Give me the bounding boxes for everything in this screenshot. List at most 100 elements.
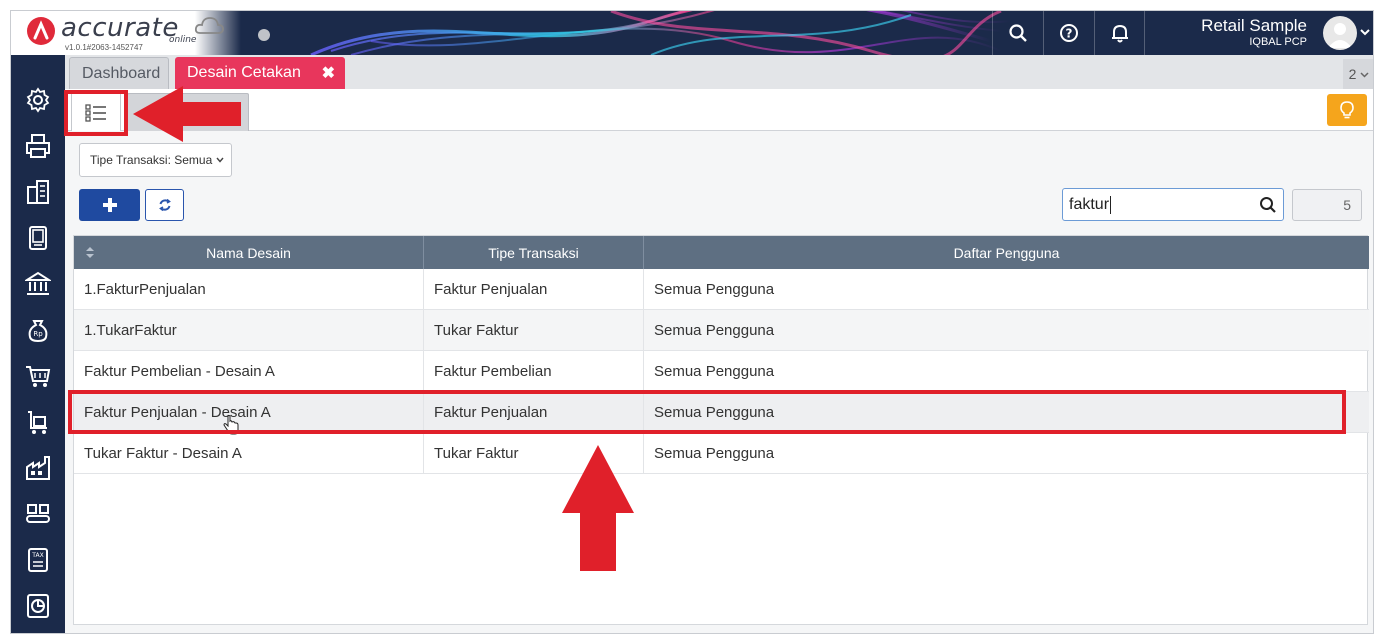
bank-icon [25, 271, 51, 295]
tips-button[interactable] [1327, 94, 1367, 126]
header-search-button[interactable] [992, 11, 1043, 55]
cell-nama-desain: Tukar Faktur - Desain A [74, 433, 424, 474]
refresh-button[interactable] [145, 189, 184, 221]
notifications-button[interactable] [1094, 11, 1145, 55]
factory-icon [26, 456, 50, 480]
warehouse-cart-icon [28, 411, 47, 434]
column-header-tipe-transaksi[interactable]: Tipe Transaksi [424, 236, 644, 269]
cell-nama-desain: 1.FakturPenjualan [74, 269, 424, 310]
chevron-down-icon[interactable] [1359, 26, 1371, 38]
sort-icon[interactable] [86, 247, 94, 258]
accurate-logo-icon [27, 17, 55, 45]
sidebar-item-bank[interactable] [11, 261, 65, 307]
tax-icon: TAX [28, 548, 48, 572]
brand-name: accurate [61, 13, 179, 43]
sidebar-item-tax[interactable]: TAX [11, 537, 65, 583]
table-row[interactable]: 1.TukarFaktur Tukar Faktur Semua Penggun… [74, 310, 1369, 351]
record-count: 5 [1292, 189, 1362, 221]
svg-text:?: ? [1066, 27, 1073, 41]
tab-desain-cetakan[interactable]: Desain Cetakan ✖ [175, 57, 345, 89]
bell-icon [1111, 24, 1128, 43]
column-header-daftar-pengguna[interactable]: Daftar Pengguna [644, 236, 1369, 269]
search-icon[interactable] [1259, 196, 1277, 214]
tab-active-label: Desain Cetakan [187, 64, 301, 81]
sidebar-item-settings[interactable] [11, 77, 65, 123]
status-dot [258, 29, 270, 41]
table-row[interactable]: Tukar Faktur - Desain A Tukar Faktur Sem… [74, 433, 1369, 474]
cloud-icon [194, 17, 224, 34]
tabs-count-value: 2 [1348, 66, 1357, 82]
company-name[interactable]: Retail Sample [1201, 16, 1307, 36]
cell-nama-desain: 1.TukarFaktur [74, 310, 424, 351]
form-view-tab[interactable] [127, 93, 249, 131]
sidebar-item-inventory[interactable] [11, 399, 65, 445]
refresh-icon [158, 198, 171, 212]
table-header: Nama Desain Tipe Transaksi Daftar Penggu… [74, 236, 1369, 269]
close-tab-icon[interactable]: ✖ [322, 63, 335, 83]
add-button[interactable] [79, 189, 140, 221]
table-row-highlighted[interactable]: Faktur Penjualan - Desain A Faktur Penju… [74, 392, 1369, 433]
cart-icon [26, 366, 51, 387]
printer-icon [26, 134, 50, 158]
cell-tipe-transaksi: Tukar Faktur [424, 433, 644, 474]
column-header-label: Tipe Transaksi [488, 244, 579, 261]
search-input[interactable]: faktur [1062, 188, 1284, 221]
cell-daftar-pengguna: Semua Pengguna [654, 445, 775, 462]
sidebar-item-ledger[interactable] [11, 215, 65, 261]
app-version: v1.0.1#2063-1452747 [65, 43, 143, 52]
list-view-tab[interactable] [71, 93, 121, 131]
transaction-type-filter[interactable]: Tipe Transaksi: Semua [79, 143, 232, 177]
user-name[interactable]: IQBAL PCP [1249, 36, 1307, 48]
cell-daftar-pengguna: Semua Pengguna [654, 281, 775, 298]
cell-nama-desain: Faktur Pembelian - Desain A [74, 351, 424, 392]
building-icon [27, 180, 49, 204]
cell-nama-desain: Faktur Penjualan - Desain A [74, 392, 424, 433]
avatar[interactable] [1323, 16, 1357, 50]
chevron-down-icon [216, 157, 224, 163]
cell-tipe-transaksi: Faktur Penjualan [424, 392, 644, 433]
brand-sub: online [169, 35, 197, 45]
svg-text:TAX: TAX [31, 552, 43, 559]
ledger-icon [29, 226, 47, 250]
column-header-nama-desain[interactable]: Nama Desain [74, 236, 424, 269]
top-header: accurate online v1.0.1#2063-1452747 ? Re… [11, 11, 1373, 55]
app-window: accurate online v1.0.1#2063-1452747 ? Re… [10, 10, 1374, 634]
cell-daftar-pengguna: Semua Pengguna [654, 404, 775, 421]
cell-daftar-pengguna: Semua Pengguna [654, 363, 775, 380]
cell-tipe-transaksi: Faktur Penjualan [424, 269, 644, 310]
search-input-value: faktur [1069, 195, 1110, 213]
sidebar-item-printer[interactable] [11, 123, 65, 169]
help-button[interactable]: ? [1043, 11, 1094, 55]
svg-text:Rp: Rp [33, 330, 43, 338]
design-table: Nama Desain Tipe Transaksi Daftar Penggu… [73, 235, 1369, 625]
table-row[interactable]: 1.FakturPenjualan Faktur Penjualan Semua… [74, 269, 1369, 310]
main-content: Tipe Transaksi: Semua faktur 5 Nama Desa… [65, 89, 1373, 633]
cell-daftar-pengguna: Semua Pengguna [654, 322, 775, 339]
cell-tipe-transaksi: Faktur Pembelian [424, 351, 644, 392]
search-icon [1009, 24, 1027, 42]
logo-area[interactable]: accurate online v1.0.1#2063-1452747 [11, 11, 241, 55]
column-header-label: Nama Desain [206, 244, 291, 261]
sidebar-item-finance[interactable]: Rp [11, 307, 65, 353]
record-count-value: 5 [1343, 197, 1351, 213]
table-row[interactable]: Faktur Pembelian - Desain A Faktur Pembe… [74, 351, 1369, 392]
tab-bar: Dashboard Desain Cetakan ✖ 2 [65, 55, 1373, 89]
plus-icon [102, 198, 117, 212]
sidebar-item-company[interactable] [11, 169, 65, 215]
money-bag-icon: Rp [28, 320, 48, 343]
filter-label: Tipe Transaksi: Semua [90, 153, 213, 167]
sidebar-item-reports[interactable] [11, 583, 65, 629]
column-header-label: Daftar Pengguna [953, 244, 1060, 261]
sidebar: Rp TAX [11, 55, 65, 633]
help-icon: ? [1060, 24, 1078, 42]
sidebar-item-logistics[interactable] [11, 491, 65, 537]
lightbulb-icon [1340, 101, 1354, 119]
conveyor-icon [26, 504, 50, 523]
open-tabs-count[interactable]: 2 [1343, 59, 1373, 89]
sidebar-item-purchase[interactable] [11, 353, 65, 399]
report-icon [27, 594, 49, 618]
sidebar-item-manufacturing[interactable] [11, 445, 65, 491]
view-tab-bar [65, 89, 1373, 131]
chevron-down-icon [1360, 71, 1369, 78]
tab-dashboard[interactable]: Dashboard [69, 57, 169, 89]
